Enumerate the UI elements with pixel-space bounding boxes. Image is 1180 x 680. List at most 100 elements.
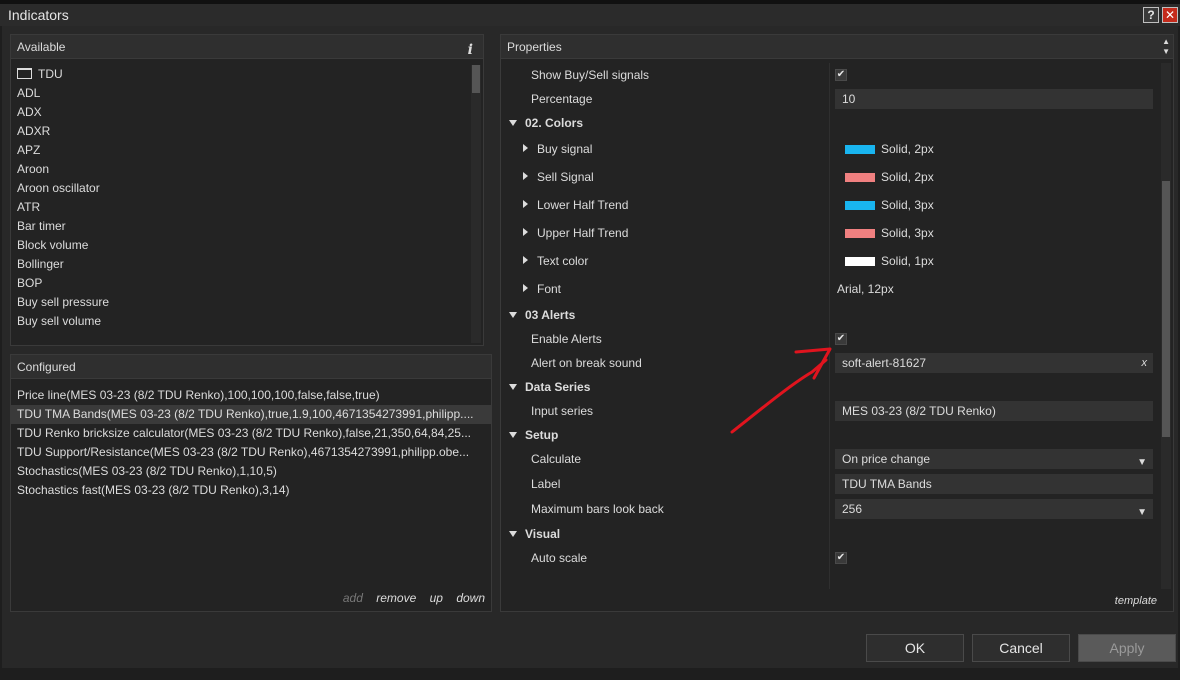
folder-icon (17, 68, 32, 79)
stroke-text: Solid, 1px (881, 254, 934, 268)
list-item[interactable]: Aroon oscillator (11, 179, 469, 198)
category-data-series[interactable]: Data Series (501, 375, 1159, 399)
collapse-icon (509, 432, 517, 438)
expand-icon (523, 144, 528, 152)
collapse-icon (509, 312, 517, 318)
prop-enable-alerts: Enable Alerts ✔ (501, 327, 1159, 351)
prop-label: Label (531, 477, 561, 491)
help-button[interactable]: ? (1143, 7, 1159, 23)
add-link[interactable]: add (343, 591, 363, 605)
label-input[interactable]: TDU TMA Bands (835, 474, 1153, 494)
list-item[interactable]: Bollinger (11, 255, 469, 274)
available-scrollbar[interactable] (471, 65, 481, 343)
prop-alert-break-sound: Alert on break sound soft-alert-81627 x (501, 351, 1159, 375)
category-title: 03 Alerts (525, 308, 576, 322)
prop-upper-half-trend[interactable]: Upper Half Trend Solid, 3px (501, 219, 1159, 247)
category-alerts[interactable]: 03 Alerts (501, 303, 1159, 327)
properties-scrollbar[interactable] (1161, 63, 1171, 589)
sell-signal-value[interactable]: Solid, 2px (835, 163, 1153, 191)
category-title: Setup (525, 428, 559, 442)
prop-show-signals: Show Buy/Sell signals ✔ (501, 63, 1159, 87)
template-link[interactable]: template (1115, 595, 1157, 607)
prop-lower-half-trend[interactable]: Lower Half Trend Solid, 3px (501, 191, 1159, 219)
configured-item[interactable]: TDU Renko bricksize calculator(MES 03-23… (11, 424, 491, 443)
upper-half-trend-value[interactable]: Solid, 3px (835, 219, 1153, 247)
scroll-arrows[interactable]: ▲ ▼ (1162, 37, 1170, 57)
indicators-dialog: Available i TDU ADL ADX ADXR APZ Aroon A… (2, 26, 1178, 668)
prop-input-series: Input series MES 03-23 (8/2 TDU Renko) (501, 399, 1159, 423)
max-bars-value: 256 (842, 502, 863, 516)
alert-sound-input[interactable]: soft-alert-81627 x (835, 353, 1153, 373)
configured-item-selected[interactable]: TDU TMA Bands(MES 03-23 (8/2 TDU Renko),… (11, 405, 491, 424)
list-item[interactable]: ADX (11, 103, 469, 122)
prop-label: Input series (531, 404, 594, 418)
font-value[interactable]: Arial, 12px (837, 275, 1153, 303)
lower-half-trend-value[interactable]: Solid, 3px (835, 191, 1153, 219)
calculate-select[interactable]: On price change ▼ (835, 449, 1153, 469)
color-swatch (845, 201, 875, 211)
stroke-text: Solid, 3px (881, 226, 934, 240)
remove-link[interactable]: remove (376, 591, 416, 605)
list-item[interactable]: ADL (11, 84, 469, 103)
chevron-down-icon: ▼ (1137, 457, 1147, 468)
scrollbar-thumb[interactable] (472, 65, 480, 93)
prop-label: Calculate (531, 452, 582, 466)
cancel-button[interactable]: Cancel (972, 634, 1070, 662)
prop-label: Percentage (531, 92, 593, 106)
list-item-tdu-folder[interactable]: TDU (11, 65, 469, 84)
configured-item[interactable]: Stochastics(MES 03-23 (8/2 TDU Renko),1,… (11, 462, 491, 481)
configured-item[interactable]: Stochastics fast(MES 03-23 (8/2 TDU Renk… (11, 481, 491, 500)
list-item[interactable]: ATR (11, 198, 469, 217)
list-item[interactable]: Buy sell volume (11, 312, 469, 331)
info-icon[interactable]: i (468, 38, 473, 62)
category-visual[interactable]: Visual (501, 522, 1159, 546)
prop-percentage: Percentage 10 (501, 87, 1159, 111)
category-setup[interactable]: Setup (501, 423, 1159, 447)
prop-max-bars: Maximum bars look back 256 ▼ (501, 497, 1159, 522)
configured-item[interactable]: Price line(MES 03-23 (8/2 TDU Renko),100… (11, 386, 491, 405)
prop-label: Maximum bars look back (531, 502, 664, 516)
category-colors[interactable]: 02. Colors (501, 111, 1159, 135)
down-link[interactable]: down (456, 591, 485, 605)
close-button[interactable]: ✕ (1162, 7, 1178, 23)
apply-button[interactable]: Apply (1078, 634, 1176, 662)
properties-panel: Properties ▲ ▼ Show Buy/Sell signals ✔ Pe… (500, 34, 1174, 612)
chevron-down-icon: ▼ (1137, 507, 1147, 518)
list-item[interactable]: Aroon (11, 160, 469, 179)
list-item[interactable]: Bar timer (11, 217, 469, 236)
max-bars-select[interactable]: 256 ▼ (835, 499, 1153, 519)
list-item[interactable]: Buy sell pressure (11, 293, 469, 312)
list-item[interactable]: ADXR (11, 122, 469, 141)
list-item-label: TDU (38, 67, 63, 81)
prop-label: Auto scale (531, 551, 588, 565)
calculate-value: On price change (842, 452, 931, 466)
prop-label: Upper Half Trend (537, 226, 629, 240)
enable-alerts-checkbox[interactable]: ✔ (835, 333, 847, 345)
expand-icon (523, 172, 528, 180)
list-item[interactable]: BOP (11, 274, 469, 293)
ok-button[interactable]: OK (866, 634, 964, 662)
text-color-value[interactable]: Solid, 1px (835, 247, 1153, 275)
buy-signal-value[interactable]: Solid, 2px (835, 135, 1153, 163)
prop-label: Buy signal (537, 142, 593, 156)
input-series-field[interactable]: MES 03-23 (8/2 TDU Renko) (835, 401, 1153, 421)
clear-icon[interactable]: x (1142, 353, 1148, 373)
prop-auto-scale: Auto scale ✔ (501, 546, 1159, 570)
percentage-input[interactable]: 10 (835, 89, 1153, 109)
prop-sell-signal[interactable]: Sell Signal Solid, 2px (501, 163, 1159, 191)
prop-buy-signal[interactable]: Buy signal Solid, 2px (501, 135, 1159, 163)
expand-icon (523, 284, 528, 292)
configured-item[interactable]: TDU Support/Resistance(MES 03-23 (8/2 TD… (11, 443, 491, 462)
list-item[interactable]: Block volume (11, 236, 469, 255)
prop-label: Text color (537, 254, 589, 268)
scrollbar-thumb[interactable] (1162, 181, 1170, 437)
category-title: Data Series (525, 380, 591, 394)
configured-header: Configured (11, 355, 491, 379)
prop-text-color[interactable]: Text color Solid, 1px (501, 247, 1159, 275)
up-link[interactable]: up (430, 591, 443, 605)
prop-font[interactable]: Font Arial, 12px (501, 275, 1159, 303)
show-signals-checkbox[interactable]: ✔ (835, 69, 847, 81)
color-swatch (845, 257, 875, 267)
list-item[interactable]: APZ (11, 141, 469, 160)
auto-scale-checkbox[interactable]: ✔ (835, 552, 847, 564)
